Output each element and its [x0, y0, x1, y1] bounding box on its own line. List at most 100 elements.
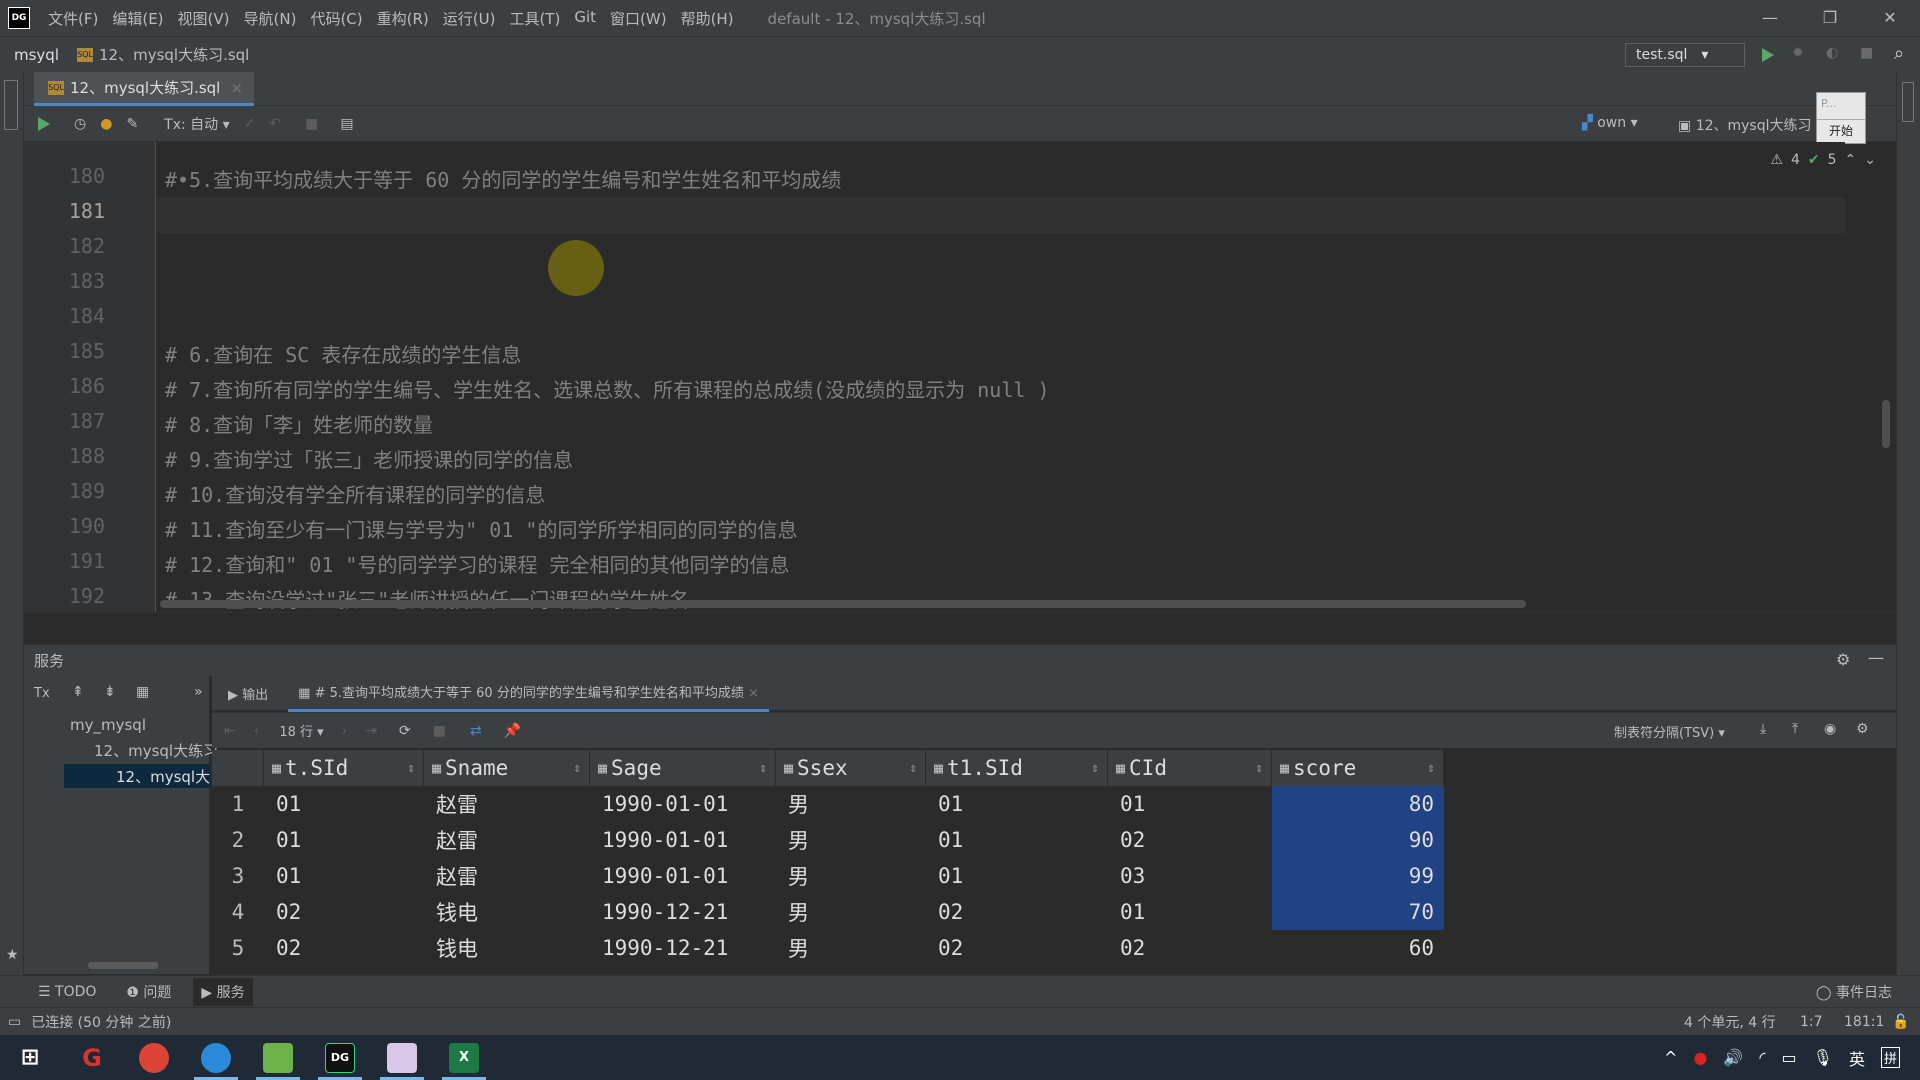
- table-cell[interactable]: 男: [776, 894, 926, 930]
- result-tab[interactable]: ▦ # 5.查询平均成绩大于等于 60 分的同学的学生编号和学生姓名和平均成绩 …: [288, 674, 769, 712]
- first-page-icon[interactable]: ⇤: [224, 723, 236, 739]
- settings-wrench-icon[interactable]: ✎: [126, 116, 138, 132]
- tx-icon[interactable]: Tx: [34, 686, 50, 701]
- stop-icon[interactable]: ■: [433, 723, 446, 739]
- table-cell[interactable]: 80: [1272, 786, 1444, 822]
- more-icon[interactable]: »: [194, 684, 203, 700]
- horizontal-scrollbar[interactable]: [160, 600, 1526, 608]
- table-cell[interactable]: 02: [926, 930, 1108, 966]
- table-cell[interactable]: 1990-01-01: [590, 858, 776, 894]
- close-window-button[interactable]: ✕: [1860, 0, 1920, 36]
- chevron-down-icon[interactable]: ⌄: [1864, 152, 1876, 168]
- table-cell[interactable]: 90: [1272, 822, 1444, 858]
- menu-file[interactable]: 文件(F): [48, 8, 98, 29]
- search-icon[interactable]: ⌕: [1894, 43, 1904, 64]
- record-icon[interactable]: ●: [1693, 1048, 1707, 1067]
- table-cell[interactable]: 02: [264, 894, 424, 930]
- menu-navigate[interactable]: 导航(N): [244, 8, 297, 29]
- expand-all-icon[interactable]: ⇞: [72, 684, 84, 700]
- edge-icon[interactable]: [192, 1035, 240, 1080]
- table-cell[interactable]: 1990-01-01: [590, 786, 776, 822]
- notifications-icon[interactable]: [1902, 82, 1914, 122]
- minimize-button[interactable]: —: [1740, 0, 1800, 36]
- coverage-icon[interactable]: ◐: [1826, 45, 1838, 61]
- tree-scrollbar[interactable]: [88, 962, 158, 969]
- column-header[interactable]: ▦ Sname ⇕: [424, 750, 590, 786]
- history-icon[interactable]: ◷: [74, 116, 86, 132]
- prev-page-icon[interactable]: ‹: [254, 723, 260, 739]
- chevron-up-icon[interactable]: ^: [1664, 1048, 1677, 1067]
- inspection-widget[interactable]: ⚠ 4 ✔ 5 ⌃ ⌄: [1770, 152, 1876, 168]
- table-cell[interactable]: 02: [1108, 930, 1272, 966]
- battery-icon[interactable]: ▭: [1782, 1048, 1797, 1067]
- vertical-scrollbar[interactable]: [1882, 400, 1890, 448]
- lock-icon[interactable]: 🔓: [1892, 1014, 1909, 1030]
- row-number[interactable]: 5: [212, 930, 264, 966]
- table-cell[interactable]: 01: [1108, 894, 1272, 930]
- sort-icon[interactable]: ⇕: [1427, 761, 1435, 776]
- export-format-select[interactable]: 制表符分隔(TSV) ▾: [1614, 722, 1725, 741]
- tree-item-console-group[interactable]: 12、mysql大练习: [94, 740, 218, 761]
- notepad-icon[interactable]: [254, 1035, 302, 1080]
- menu-refactor[interactable]: 重构(R): [377, 8, 429, 29]
- row-number[interactable]: 1: [212, 786, 264, 822]
- tree-item-datasource[interactable]: my_mysql: [70, 716, 146, 734]
- event-log-button[interactable]: ◯ 事件日志: [1808, 978, 1900, 1006]
- app-g-icon[interactable]: G: [68, 1035, 116, 1080]
- table-cell[interactable]: 赵雷: [424, 822, 590, 858]
- table-cell[interactable]: 男: [776, 858, 926, 894]
- code-line-185[interactable]: # 6.查询在 SC 表存在成绩的学生信息: [165, 339, 521, 368]
- excel-icon[interactable]: X: [440, 1035, 488, 1080]
- run-config-select[interactable]: test.sql ▾: [1625, 43, 1745, 67]
- menu-window[interactable]: 窗口(W): [610, 8, 667, 29]
- sort-icon[interactable]: ⇕: [407, 761, 415, 776]
- table-cell[interactable]: 01: [926, 822, 1108, 858]
- wifi-icon[interactable]: ◜: [1759, 1048, 1765, 1067]
- run-icon[interactable]: [1762, 48, 1774, 62]
- schema-select[interactable]: ▞ own ▾: [1582, 115, 1638, 131]
- row-number[interactable]: 2: [212, 822, 264, 858]
- close-tab-icon[interactable]: ×: [230, 79, 243, 97]
- rows-count-select[interactable]: 18 行 ▾: [279, 721, 323, 740]
- todo-button[interactable]: ☰ TODO: [30, 980, 104, 1004]
- table-cell[interactable]: 02: [264, 930, 424, 966]
- menu-git[interactable]: Git: [574, 8, 596, 29]
- code-line-187[interactable]: # 8.查询「李」姓老师的数量: [165, 409, 433, 438]
- code-line-189[interactable]: # 10.查询没有学全所有课程的同学的信息: [165, 479, 545, 508]
- volume-icon[interactable]: 🔊: [1723, 1048, 1743, 1067]
- table-cell[interactable]: 01: [1108, 786, 1272, 822]
- chrome-icon[interactable]: [130, 1035, 178, 1080]
- table-cell[interactable]: 01: [926, 786, 1108, 822]
- table-cell[interactable]: 男: [776, 786, 926, 822]
- pin-icon[interactable]: 📌: [504, 723, 521, 739]
- code-line-191[interactable]: # 12.查询和" 01 "号的同学学习的课程 完全相同的其他同学的信息: [165, 549, 790, 578]
- execute-icon[interactable]: [38, 116, 50, 131]
- menu-run[interactable]: 运行(U): [443, 8, 496, 29]
- collapse-all-icon[interactable]: ⇟: [104, 684, 116, 700]
- database-icon[interactable]: [4, 80, 18, 130]
- breadcrumb-file[interactable]: SQL 12、mysql大练习.sql: [77, 44, 249, 65]
- connection-status[interactable]: 已连接 (50 分钟 之前): [31, 1012, 171, 1032]
- code-line-190[interactable]: # 11.查询至少有一门课与学号为" 01 "的同学所学相同的同学的信息: [165, 514, 797, 543]
- compare-icon[interactable]: ⇄: [470, 723, 482, 739]
- paint-icon[interactable]: [378, 1035, 426, 1080]
- column-header[interactable]: ▦ Ssex ⇕: [776, 750, 926, 786]
- table-cell[interactable]: 60: [1272, 930, 1444, 966]
- table-cell[interactable]: 99: [1272, 858, 1444, 894]
- menu-tools[interactable]: 工具(T): [509, 8, 560, 29]
- group-icon[interactable]: ▦: [136, 684, 149, 700]
- input-language[interactable]: 英: [1849, 1046, 1865, 1070]
- column-header[interactable]: ▦ Sage ⇕: [590, 750, 776, 786]
- next-page-icon[interactable]: ›: [342, 723, 348, 739]
- hide-panel-icon[interactable]: —: [1868, 648, 1884, 667]
- last-page-icon[interactable]: ⇥: [365, 723, 377, 739]
- output-tab[interactable]: ▶ 输出: [228, 684, 268, 703]
- stop-icon[interactable]: ■: [1860, 45, 1873, 61]
- table-cell[interactable]: 02: [926, 894, 1108, 930]
- gear-icon[interactable]: ⚙: [1836, 650, 1850, 669]
- refresh-icon[interactable]: ⟳: [399, 723, 411, 739]
- tx-mode-select[interactable]: Tx: 自动 ▾: [164, 114, 230, 134]
- start-button[interactable]: 开始: [1817, 119, 1865, 142]
- sort-icon[interactable]: ⇕: [1255, 761, 1263, 776]
- menu-code[interactable]: 代码(C): [310, 8, 362, 29]
